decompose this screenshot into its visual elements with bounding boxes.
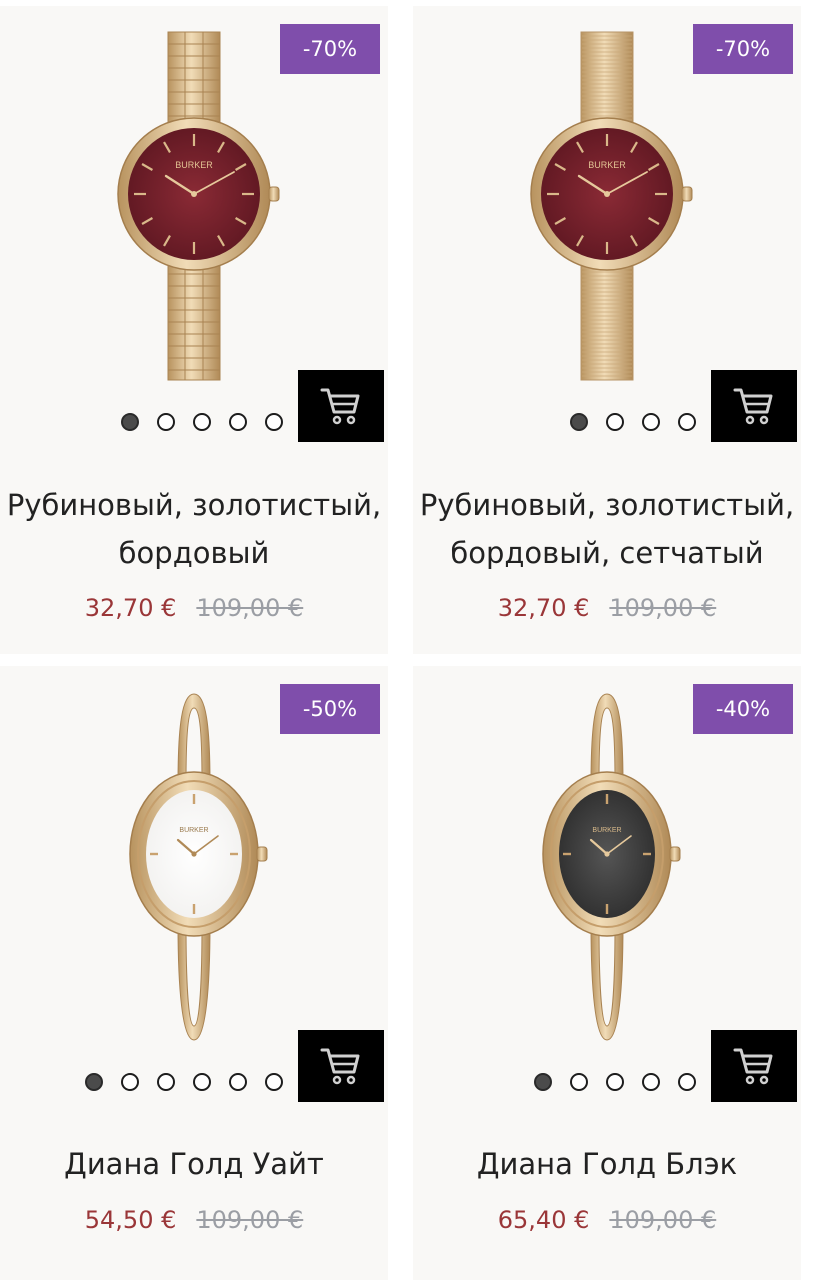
old-price: 109,00 € [609, 594, 717, 622]
product-card[interactable]: -50% BURKER Диана Голд Уайт 54,50 € 109,0… [0, 666, 388, 1280]
carousel-dot[interactable] [534, 1073, 552, 1091]
carousel-dots [85, 1073, 283, 1091]
carousel-dot[interactable] [265, 1073, 283, 1091]
watch-image[interactable]: BURKER [94, 686, 294, 1048]
carousel-dot[interactable] [570, 1073, 588, 1091]
product-title-line: бордовый, сетчатый [450, 536, 764, 570]
carousel-dot[interactable] [229, 413, 247, 431]
product-title[interactable]: Диана Голд Блэк [413, 1140, 801, 1188]
carousel-dot[interactable] [121, 1073, 139, 1091]
carousel-dot[interactable] [265, 413, 283, 431]
sale-price: 32,70 € [497, 594, 590, 622]
sale-price: 54,50 € [84, 1206, 177, 1234]
watch-image[interactable]: BURKER [507, 26, 707, 388]
price-row: 32,70 € 109,00 € [0, 591, 388, 625]
carousel-dot[interactable] [678, 413, 696, 431]
carousel-dot[interactable] [229, 1073, 247, 1091]
discount-badge: -40% [693, 684, 793, 734]
carousel-dot[interactable] [570, 413, 588, 431]
carousel-dot[interactable] [157, 413, 175, 431]
product-title-line: Диана Голд Уайт [64, 1147, 324, 1181]
discount-badge: -70% [693, 24, 793, 74]
carousel-dot[interactable] [606, 413, 624, 431]
discount-badge: -50% [280, 684, 380, 734]
carousel-dot[interactable] [193, 1073, 211, 1091]
old-price: 109,00 € [196, 1206, 304, 1234]
old-price: 109,00 € [609, 1206, 717, 1234]
carousel-dot[interactable] [157, 1073, 175, 1091]
sale-price: 32,70 € [84, 594, 177, 622]
product-card[interactable]: -70% BURKER Рубиновый, золотистый, бордо… [413, 6, 801, 654]
add-to-cart-button[interactable] [711, 1030, 797, 1102]
carousel-dot[interactable] [642, 1073, 660, 1091]
brand-logo: BURKER [592, 827, 621, 834]
carousel-dots [121, 413, 283, 431]
price-row: 65,40 € 109,00 € [413, 1203, 801, 1237]
shopping-cart-icon [733, 1048, 773, 1085]
carousel-dot[interactable] [606, 1073, 624, 1091]
shopping-cart-icon [320, 388, 360, 425]
product-title[interactable]: Рубиновый, золотистый, бордовый, сетчаты… [413, 481, 801, 577]
carousel-dot[interactable] [193, 413, 211, 431]
product-card[interactable]: -40% BURKER Диана Голд Блэк 65,40 € 109,0… [413, 666, 801, 1280]
carousel-dot[interactable] [85, 1073, 103, 1091]
carousel-dot[interactable] [121, 413, 139, 431]
add-to-cart-button[interactable] [298, 370, 384, 442]
brand-logo: BURKER [175, 160, 213, 170]
product-title-line: Диана Голд Блэк [476, 1147, 738, 1181]
shopping-cart-icon [320, 1048, 360, 1085]
product-title-line: бордовый [118, 536, 270, 570]
price-row: 54,50 € 109,00 € [0, 1203, 388, 1237]
shopping-cart-icon [733, 388, 773, 425]
carousel-dots [534, 1073, 696, 1091]
add-to-cart-button[interactable] [298, 1030, 384, 1102]
product-title[interactable]: Рубиновый, золотистый, бордовый [0, 481, 388, 577]
product-title-line: Рубиновый, золотистый, [6, 488, 382, 522]
carousel-dot[interactable] [642, 413, 660, 431]
add-to-cart-button[interactable] [711, 370, 797, 442]
product-title[interactable]: Диана Голд Уайт [0, 1140, 388, 1188]
brand-logo: BURKER [588, 160, 626, 170]
watch-image[interactable]: BURKER [507, 686, 707, 1048]
price-row: 32,70 € 109,00 € [413, 591, 801, 625]
product-card[interactable]: -70% BURKER Рубиновый, золотистый, бордо… [0, 6, 388, 654]
carousel-dot[interactable] [678, 1073, 696, 1091]
carousel-dots [570, 413, 696, 431]
watch-image[interactable]: BURKER [94, 26, 294, 388]
product-title-line: Рубиновый, золотистый, [419, 488, 795, 522]
old-price: 109,00 € [196, 594, 304, 622]
sale-price: 65,40 € [497, 1206, 590, 1234]
brand-logo: BURKER [179, 827, 208, 834]
discount-badge: -70% [280, 24, 380, 74]
